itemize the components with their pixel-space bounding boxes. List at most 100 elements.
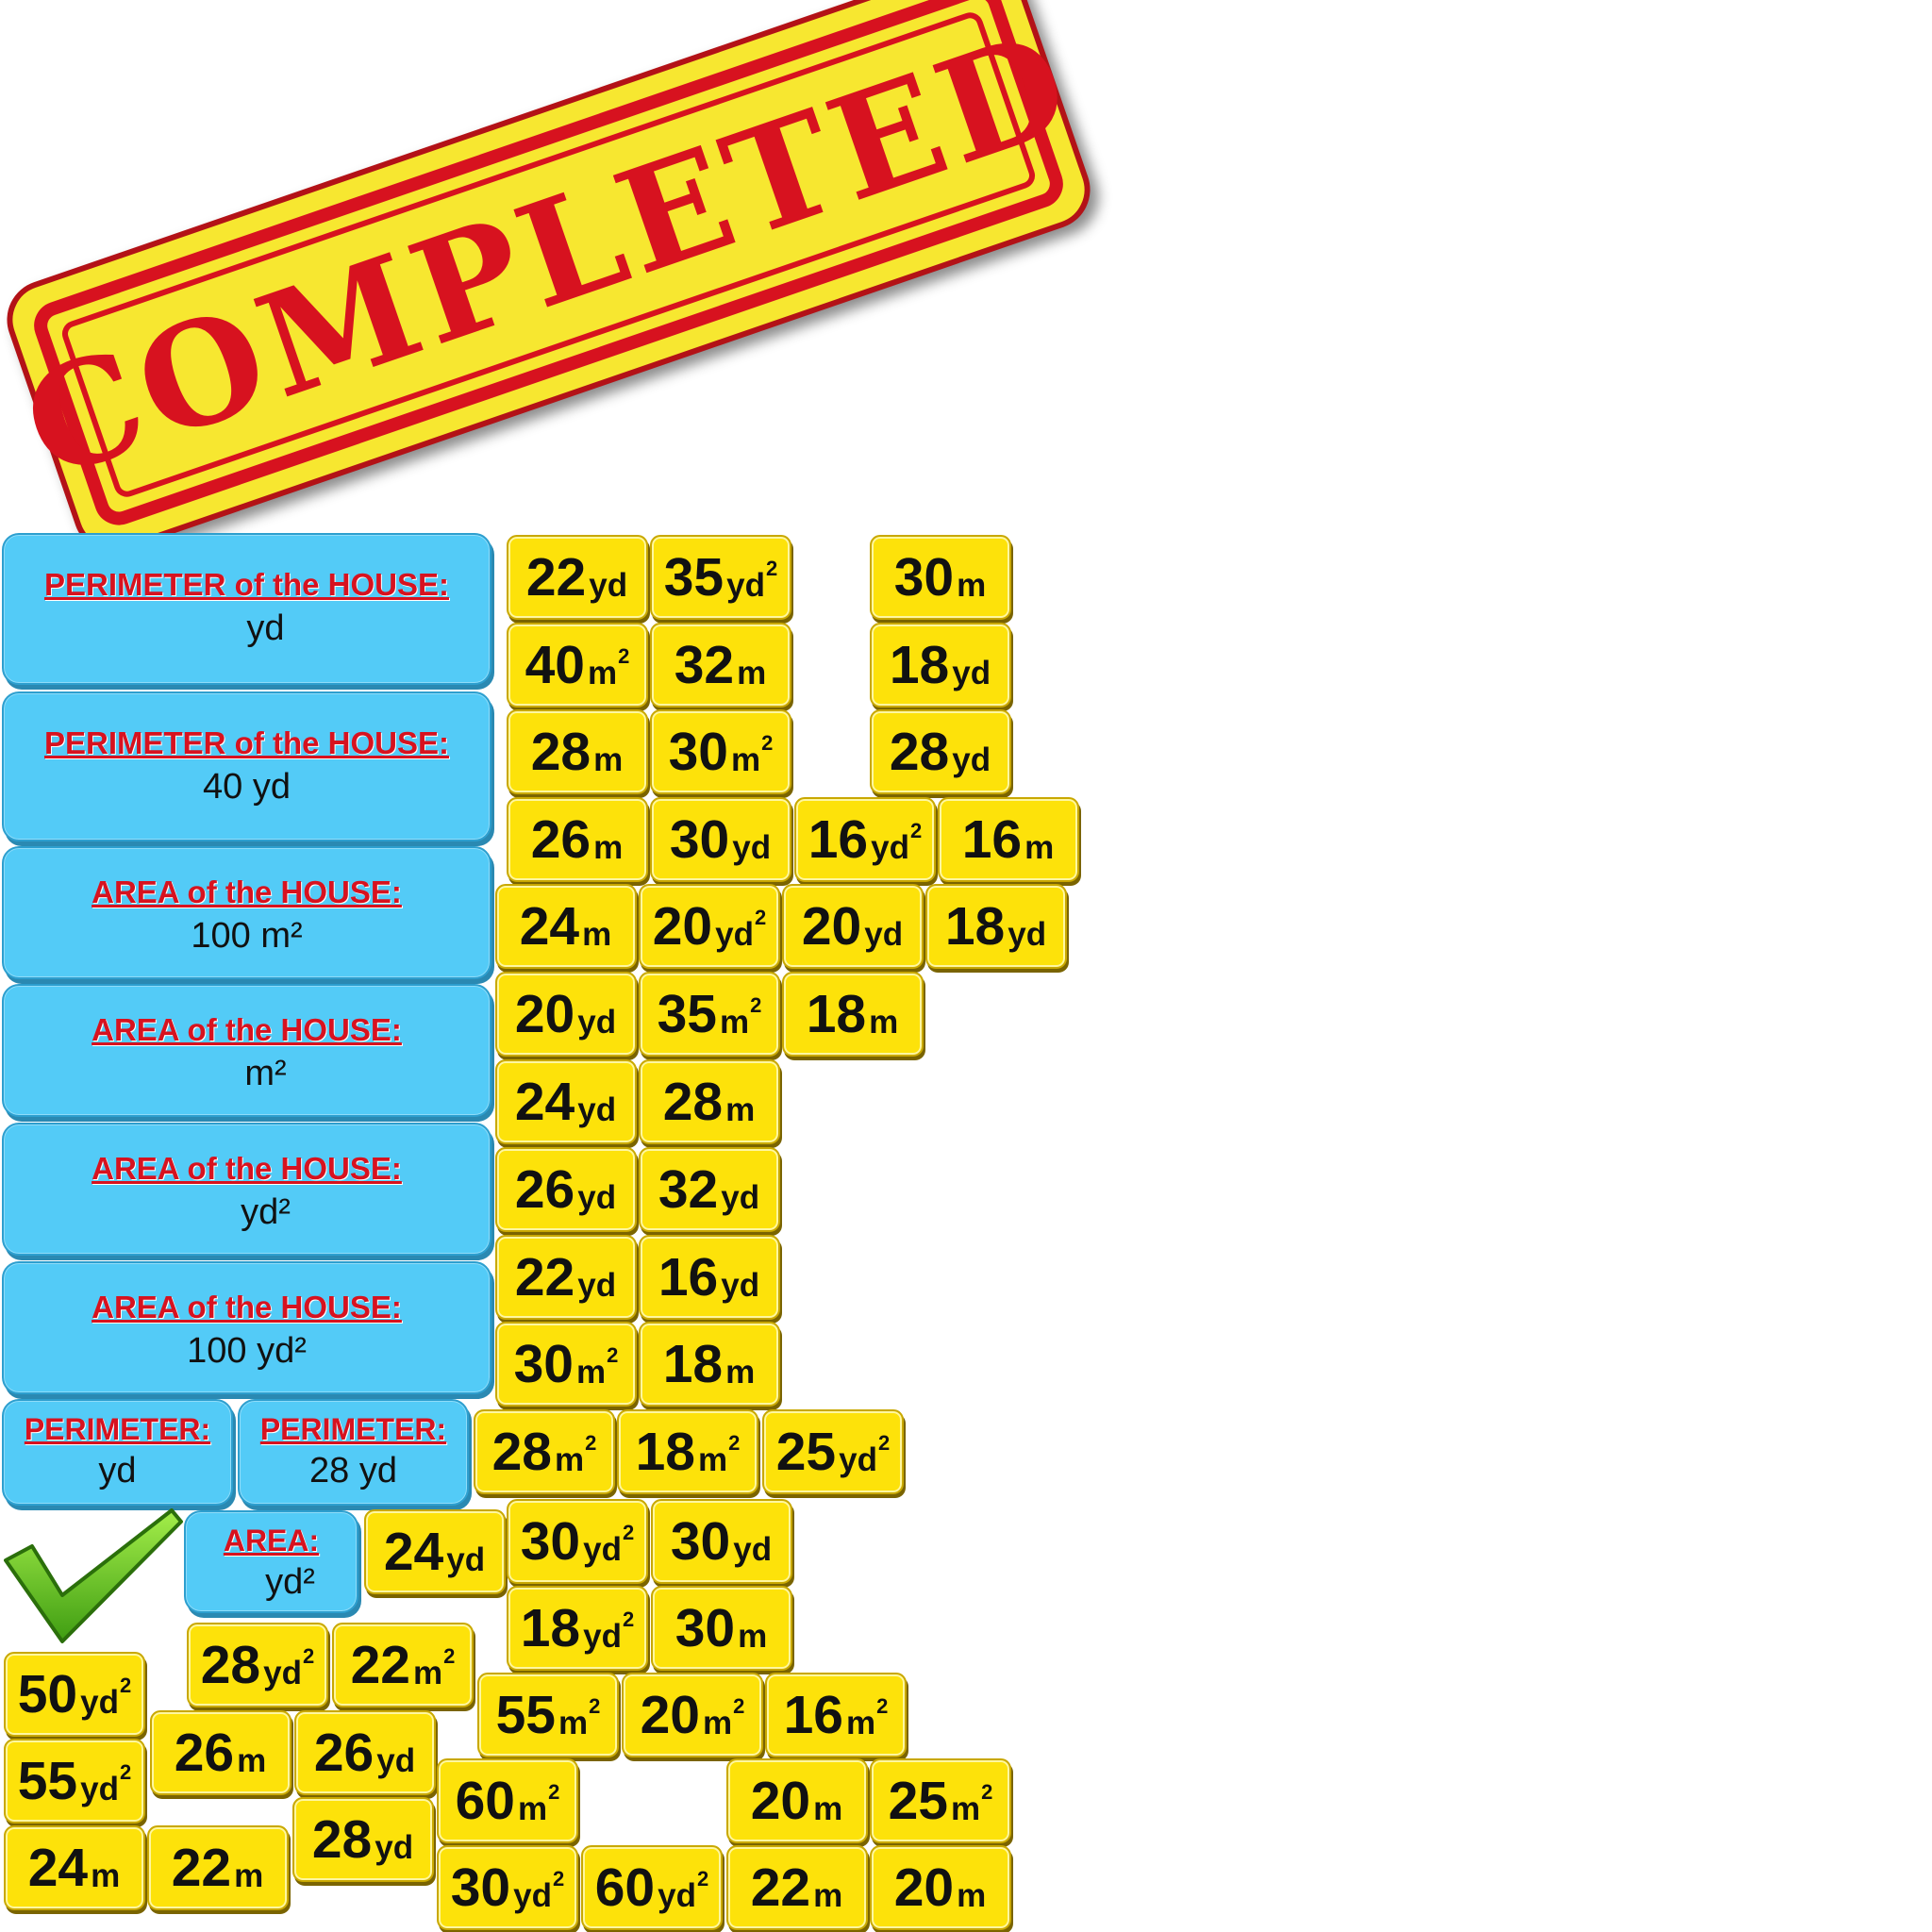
answer-tile[interactable]: 28 yd: [292, 1797, 434, 1882]
tile-unit-exponent: 2: [120, 1673, 132, 1697]
answer-tile[interactable]: 30 m2: [650, 709, 791, 794]
answer-tile[interactable]: 20 m: [726, 1758, 868, 1843]
answer-tile[interactable]: 18 m: [639, 1322, 780, 1407]
answer-tile[interactable]: 28 yd: [870, 709, 1011, 794]
tile-unit: m: [737, 657, 767, 690]
tile-unit-text: yd: [375, 1828, 414, 1866]
panel-area-small[interactable]: AREA: yd²: [184, 1510, 358, 1613]
tile-unit-text: m: [703, 1704, 733, 1741]
answer-tile[interactable]: 30 m: [870, 535, 1011, 620]
answer-tile[interactable]: 22 yd: [495, 1235, 637, 1320]
answer-tile[interactable]: 55 m2: [477, 1673, 619, 1757]
answer-tile[interactable]: 18 m2: [617, 1409, 758, 1494]
answer-tile[interactable]: 28 m: [639, 1059, 780, 1144]
answer-tile[interactable]: 32 m: [650, 623, 791, 708]
tile-unit: yd: [721, 1181, 760, 1214]
answer-tile[interactable]: 26 m: [150, 1710, 291, 1795]
answer-tile[interactable]: 40 m2: [507, 623, 648, 708]
answer-tile[interactable]: 16 yd: [639, 1235, 780, 1320]
answer-tile[interactable]: 50 yd2: [4, 1652, 145, 1737]
answer-tile[interactable]: 32 yd: [639, 1147, 780, 1232]
answer-tile[interactable]: 35 m2: [639, 972, 780, 1057]
tile-unit-text: m: [555, 1441, 585, 1478]
answer-tile[interactable]: 24 yd: [495, 1059, 637, 1144]
answer-tile[interactable]: 16 m: [938, 797, 1079, 882]
answer-tile[interactable]: 22 m: [726, 1845, 868, 1930]
tile-number: 22: [350, 1634, 411, 1695]
panel-area-1[interactable]: AREA of the HOUSE: 100 m²: [2, 846, 491, 979]
answer-tile[interactable]: 30 m2: [495, 1322, 637, 1407]
panel-value: 28 yd: [309, 1451, 397, 1491]
tile-unit: yd2: [513, 1868, 564, 1912]
tile-number: 18: [889, 634, 950, 695]
tile-unit: yd2: [715, 907, 766, 951]
tile-unit: m2: [588, 645, 629, 690]
answer-tile[interactable]: 24 yd: [364, 1509, 506, 1594]
answer-tile[interactable]: 20 yd: [495, 972, 637, 1057]
tile-unit: yd: [376, 1744, 416, 1777]
answer-tile[interactable]: 28 m2: [474, 1409, 615, 1494]
tile-number: 26: [313, 1722, 375, 1783]
tile-number: 16: [808, 808, 869, 870]
tile-unit-text: yd: [871, 828, 909, 866]
answer-tile[interactable]: 22 m2: [332, 1623, 474, 1707]
tile-unit: m: [813, 1879, 843, 1912]
answer-tile[interactable]: 18 m: [782, 972, 924, 1057]
panel-area-2[interactable]: AREA of the HOUSE: m²: [2, 984, 491, 1117]
answer-tile[interactable]: 30 yd: [650, 797, 791, 882]
tile-number: 30: [675, 1597, 736, 1658]
answer-tile[interactable]: 18 yd2: [507, 1586, 648, 1671]
answer-tile[interactable]: 28 yd2: [187, 1623, 328, 1707]
tile-unit: m2: [413, 1645, 455, 1690]
answer-tile[interactable]: 18 yd: [925, 884, 1067, 969]
answer-tile[interactable]: 20 m: [870, 1845, 1011, 1930]
panel-perimeter-2[interactable]: PERIMETER of the HOUSE: 40 yd: [2, 691, 491, 841]
answer-tile[interactable]: 20 yd2: [639, 884, 780, 969]
tile-number: 16: [961, 808, 1023, 870]
tile-number: 18: [635, 1421, 696, 1482]
answer-tile[interactable]: 28 m: [507, 709, 648, 794]
tile-number: 30: [670, 1510, 731, 1572]
answer-tile[interactable]: 22 yd: [507, 535, 648, 620]
answer-tile[interactable]: 26 yd: [294, 1710, 436, 1795]
answer-tile[interactable]: 16 yd2: [794, 797, 936, 882]
answer-tile[interactable]: 35 yd2: [650, 535, 791, 620]
tile-number: 22: [514, 1246, 575, 1307]
panel-perimeter-1[interactable]: PERIMETER of the HOUSE: yd: [2, 533, 491, 685]
answer-tile[interactable]: 18 yd: [870, 623, 1011, 708]
panel-area-4[interactable]: AREA of the HOUSE: 100 yd²: [2, 1261, 491, 1394]
answer-tile[interactable]: 20 m2: [622, 1673, 763, 1757]
answer-tile[interactable]: 24 m: [495, 884, 637, 969]
tile-unit: yd: [952, 743, 991, 776]
tile-unit-exponent: 2: [728, 1430, 741, 1455]
tile-unit: yd2: [80, 1761, 131, 1806]
answer-tile[interactable]: 24 m: [4, 1825, 145, 1910]
tile-unit: yd: [952, 657, 991, 690]
answer-tile[interactable]: 30 yd2: [507, 1499, 648, 1584]
tile-unit: yd: [864, 918, 904, 951]
answer-tile[interactable]: 55 yd2: [4, 1739, 145, 1824]
answer-tile[interactable]: 25 m2: [870, 1758, 1011, 1843]
panel-title: AREA of the HOUSE:: [92, 874, 402, 909]
answer-tile[interactable]: 60 m2: [437, 1758, 578, 1843]
answer-tile[interactable]: 16 m2: [765, 1673, 907, 1757]
tile-unit-text: yd: [721, 1178, 760, 1216]
answer-tile[interactable]: 30 yd2: [437, 1845, 578, 1930]
tile-unit: m2: [703, 1695, 744, 1741]
answer-tile[interactable]: 25 yd2: [762, 1409, 904, 1494]
answer-tile[interactable]: 26 yd: [495, 1147, 637, 1232]
panel-perimeter-small-1[interactable]: PERIMETER: yd: [2, 1399, 233, 1506]
answer-tile[interactable]: 60 yd2: [581, 1845, 723, 1930]
panel-title: PERIMETER:: [24, 1412, 211, 1446]
panel-perimeter-small-2[interactable]: PERIMETER: 28 yd: [238, 1399, 469, 1506]
tile-unit-text: yd: [952, 741, 991, 778]
tile-number: 30: [669, 808, 730, 870]
answer-tile[interactable]: 26 m: [507, 797, 648, 882]
answer-tile[interactable]: 22 m: [147, 1825, 289, 1910]
panel-area-3[interactable]: AREA of the HOUSE: yd²: [2, 1123, 491, 1256]
tile-unit-exponent: 2: [443, 1643, 456, 1668]
answer-tile[interactable]: 30 yd: [651, 1499, 792, 1584]
panel-title: AREA:: [223, 1524, 320, 1557]
answer-tile[interactable]: 20 yd: [782, 884, 924, 969]
answer-tile[interactable]: 30 m: [651, 1586, 792, 1671]
